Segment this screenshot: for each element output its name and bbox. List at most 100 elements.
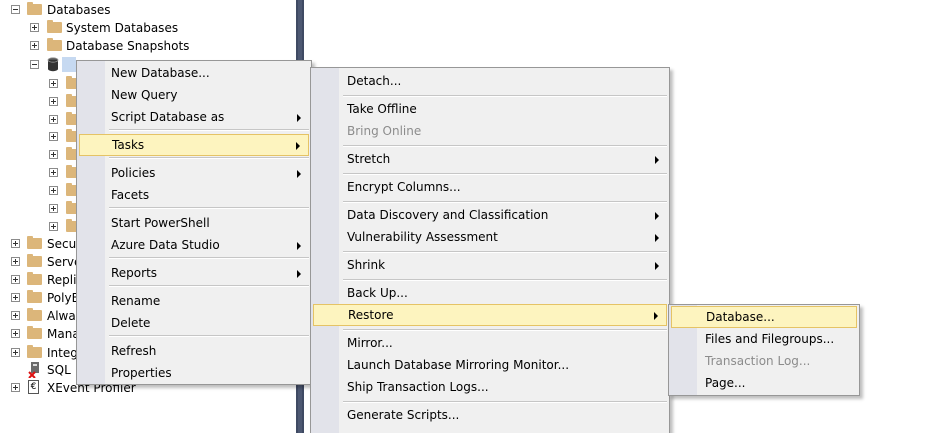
menu-item-label: New Database... xyxy=(111,66,210,80)
menu-item-restore[interactable]: Restore xyxy=(313,304,667,326)
menu-item-new-query[interactable]: New Query xyxy=(79,84,309,106)
menu-separator xyxy=(343,279,667,281)
menu-item-properties[interactable]: Properties xyxy=(79,362,309,384)
expand-icon[interactable] xyxy=(49,97,58,106)
tree-node-db-child[interactable] xyxy=(0,146,81,164)
tree-node-label: System Databases xyxy=(66,21,179,35)
menu-item-label: Bring Online xyxy=(347,124,422,138)
menu-item-label: Start PowerShell xyxy=(111,216,210,230)
expand-icon[interactable] xyxy=(49,204,58,213)
menu-item-encrypt-columns[interactable]: Encrypt Columns... xyxy=(313,176,667,198)
menu-item-new-database[interactable]: New Database... xyxy=(79,62,309,84)
expand-icon[interactable] xyxy=(49,115,58,124)
menu-item-back-up[interactable]: Back Up... xyxy=(313,282,667,304)
menu-item-mirror[interactable]: Mirror... xyxy=(313,332,667,354)
menu-item-start-powershell[interactable]: Start PowerShell xyxy=(79,212,309,234)
expand-icon[interactable] xyxy=(30,23,39,32)
tree-node-db-child[interactable] xyxy=(0,128,81,146)
expand-icon[interactable] xyxy=(49,150,58,159)
tree-node-db-child[interactable] xyxy=(0,93,81,111)
tree-node-databases[interactable]: Databases xyxy=(0,1,290,19)
tree-node-db-child[interactable] xyxy=(0,182,81,200)
menu-item-script-database-as[interactable]: Script Database as xyxy=(79,106,309,128)
menu-item-tasks[interactable]: Tasks xyxy=(79,134,309,156)
tree-node-db-child[interactable] xyxy=(0,75,81,93)
expand-icon[interactable] xyxy=(11,275,20,284)
expand-icon[interactable] xyxy=(11,239,20,248)
tasks-submenu: Detach... Take Offline Bring Online Stre… xyxy=(310,67,670,433)
tree-node-sql-agent[interactable]: SQL xyxy=(0,361,80,379)
menu-separator xyxy=(343,251,667,253)
database-context-menu: New Database... New Query Script Databas… xyxy=(76,60,312,385)
menu-item-transaction-log[interactable]: Transaction Log... xyxy=(671,350,857,372)
menu-item-label: Script Database as xyxy=(111,110,225,124)
expand-icon[interactable] xyxy=(49,79,58,88)
menu-item-azure-data-studio[interactable]: Azure Data Studio xyxy=(79,234,309,256)
tree-node-label: Secu xyxy=(47,237,77,251)
folder-icon xyxy=(27,272,42,285)
tree-node-replication[interactable]: Repli xyxy=(0,271,80,289)
submenu-arrow-icon xyxy=(655,212,659,220)
tree-node-integration[interactable]: Integ xyxy=(0,344,80,362)
tree-node-label: Mana xyxy=(47,327,80,341)
submenu-arrow-icon xyxy=(297,242,301,250)
submenu-arrow-icon xyxy=(297,170,301,178)
expand-icon[interactable] xyxy=(49,168,58,177)
tree-node-database-snapshots[interactable]: Database Snapshots xyxy=(0,37,290,55)
tree-node-system-databases[interactable]: System Databases xyxy=(0,19,290,37)
menu-item-label: Database... xyxy=(706,310,775,324)
menu-item-launch-mirroring-monitor[interactable]: Launch Database Mirroring Monitor... xyxy=(313,354,667,376)
tree-node-polybase[interactable]: PolyB xyxy=(0,289,80,307)
submenu-arrow-icon xyxy=(655,262,659,270)
expand-icon[interactable] xyxy=(30,41,39,50)
menu-item-refresh[interactable]: Refresh xyxy=(79,340,309,362)
menu-item-generate-scripts[interactable]: Generate Scripts... xyxy=(313,404,667,426)
menu-item-detach[interactable]: Detach... xyxy=(313,70,667,92)
expand-icon[interactable] xyxy=(49,222,58,231)
menu-item-vulnerability-assessment[interactable]: Vulnerability Assessment xyxy=(313,226,667,248)
tree-node-security[interactable]: Secu xyxy=(0,235,80,253)
menu-separator xyxy=(109,257,309,259)
menu-item-files-and-filegroups[interactable]: Files and Filegroups... xyxy=(671,328,857,350)
menu-item-facets[interactable]: Facets xyxy=(79,184,309,206)
menu-item-label: Detach... xyxy=(347,74,402,88)
tree-node-db-child[interactable] xyxy=(0,200,81,218)
menu-item-stretch[interactable]: Stretch xyxy=(313,148,667,170)
expand-icon[interactable] xyxy=(11,329,20,338)
expand-icon[interactable] xyxy=(49,186,58,195)
menu-item-label: Transaction Log... xyxy=(705,354,811,368)
menu-item-take-offline[interactable]: Take Offline xyxy=(313,98,667,120)
menu-item-label: Take Offline xyxy=(347,102,417,116)
selected-database-name-highlight xyxy=(62,57,76,72)
folder-icon xyxy=(27,308,42,321)
menu-item-bring-online[interactable]: Bring Online xyxy=(313,120,667,142)
menu-item-data-discovery[interactable]: Data Discovery and Classification xyxy=(313,204,667,226)
menu-item-page[interactable]: Page... xyxy=(671,372,857,394)
tree-node-db-child[interactable] xyxy=(0,218,81,236)
expand-icon[interactable] xyxy=(11,383,20,392)
folder-icon xyxy=(27,236,42,249)
expand-icon[interactable] xyxy=(49,132,58,141)
expand-icon[interactable] xyxy=(11,257,20,266)
tree-node-always-on[interactable]: Alwa xyxy=(0,307,80,325)
expand-icon[interactable] xyxy=(11,311,20,320)
menu-item-rename[interactable]: Rename xyxy=(79,290,309,312)
menu-item-restore-database[interactable]: Database... xyxy=(671,306,857,328)
tree-node-db-child[interactable] xyxy=(0,164,81,182)
tree-node-management[interactable]: Mana xyxy=(0,325,80,343)
tree-node-server-objects[interactable]: Serve xyxy=(0,253,81,271)
tree-node-db-child[interactable] xyxy=(0,111,81,129)
expand-icon[interactable] xyxy=(11,293,20,302)
folder-icon xyxy=(27,326,42,339)
tree-node-label: Alwa xyxy=(47,309,76,323)
menu-item-policies[interactable]: Policies xyxy=(79,162,309,184)
menu-item-label: Ship Transaction Logs... xyxy=(347,380,489,394)
menu-item-reports[interactable]: Reports xyxy=(79,262,309,284)
collapse-icon[interactable] xyxy=(30,60,39,69)
menu-item-label: Policies xyxy=(111,166,156,180)
menu-item-ship-transaction-logs[interactable]: Ship Transaction Logs... xyxy=(313,376,667,398)
collapse-icon[interactable] xyxy=(11,5,20,14)
expand-icon[interactable] xyxy=(11,348,20,357)
menu-item-shrink[interactable]: Shrink xyxy=(313,254,667,276)
menu-item-delete[interactable]: Delete xyxy=(79,312,309,334)
